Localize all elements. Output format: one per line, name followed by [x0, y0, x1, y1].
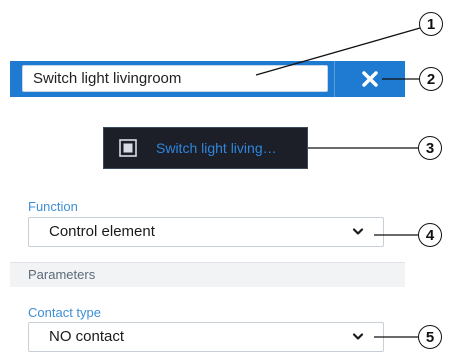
- callout-2: 2: [419, 67, 443, 91]
- callout-4: 4: [418, 223, 442, 247]
- callout-1: 1: [419, 12, 443, 36]
- callout-lines: [255, 27, 421, 338]
- callout-3: 3: [418, 136, 442, 160]
- callout-5: 5: [418, 325, 442, 349]
- callout-line-1: [255, 27, 421, 76]
